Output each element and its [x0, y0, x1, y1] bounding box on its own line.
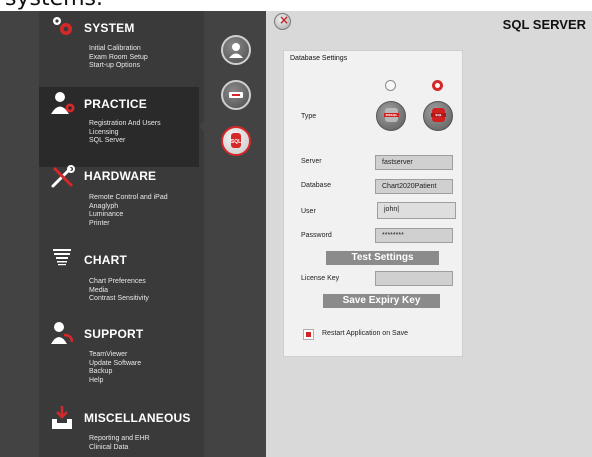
section-title-chart[interactable]: CHART [84, 253, 127, 267]
server-input[interactable]: fastserver [375, 155, 453, 170]
license-quick-button[interactable] [221, 80, 251, 110]
menu-item-chart-preferences[interactable]: Chart Preferences [89, 278, 149, 287]
tools-icon [51, 165, 75, 188]
section-title-support[interactable]: SUPPORT [84, 327, 143, 341]
menu-item-contrast-sensitivity[interactable]: Contrast Sensitivity [89, 295, 149, 304]
section-title-practice[interactable]: PRACTICE [84, 97, 147, 111]
license-key-input[interactable] [375, 271, 453, 286]
user-label: User [301, 208, 316, 215]
menu-item-sql-server[interactable]: SQL Server [89, 137, 161, 146]
menu-item-media[interactable]: Media [89, 287, 149, 296]
support-user-icon [51, 322, 74, 344]
type-label: Type [301, 113, 317, 120]
database-input[interactable]: Chart2020Patient [375, 179, 453, 194]
user-quick-button[interactable] [221, 35, 251, 65]
cropped-header-text: systems. [5, 0, 103, 11]
menu-item-licensing[interactable]: Licensing [89, 129, 161, 138]
section-title-miscellaneous[interactable]: MISCELLANEOUS [84, 411, 191, 425]
menu-item-reporting-ehr[interactable]: Reporting and EHR [89, 435, 150, 444]
mssql-database-icon[interactable]: MSSQL [376, 101, 406, 131]
type-radio-mssql[interactable] [385, 80, 396, 91]
section-title-system[interactable]: SYSTEM [84, 21, 135, 35]
active-section-arrow [199, 118, 207, 134]
sql-quick-button[interactable]: SQL [221, 126, 251, 156]
license-key-label: License Key [301, 275, 340, 282]
type-radio-sql[interactable] [432, 80, 443, 91]
user-icon [229, 43, 243, 58]
menu-item-initial-calibration[interactable]: Initial Calibration [89, 45, 148, 54]
restart-on-save-label: Restart Application on Save [322, 330, 408, 337]
menu-item-exam-room-setup[interactable]: Exam Room Setup [89, 54, 148, 63]
database-label: Database [301, 182, 331, 189]
menu-item-backup[interactable]: Backup [89, 368, 141, 377]
sql-database-icon[interactable]: SQL [423, 101, 453, 131]
menu-item-clinical-data[interactable]: Clinical Data [89, 444, 150, 453]
svg-text:SQL: SQL [231, 139, 241, 145]
menu-item-luminance[interactable]: Luminance [89, 211, 168, 220]
checkbox-checked-mark [306, 332, 311, 337]
user-input[interactable]: john| [377, 202, 456, 219]
page-title: SQL SERVER [502, 17, 586, 32]
menu-item-registration-users[interactable]: Registration And Users [89, 120, 161, 129]
menu-item-help[interactable]: Help [89, 377, 141, 386]
menu-item-teamviewer[interactable]: TeamViewer [89, 351, 141, 360]
menu-item-startup-options[interactable]: Start-up Options [89, 62, 148, 71]
menu-item-update-software[interactable]: Update Software [89, 360, 141, 369]
sidebar: SYSTEM Initial Calibration Exam Room Set… [0, 11, 266, 457]
sidebar-menu [39, 11, 204, 457]
close-icon: × [279, 13, 290, 27]
eye-chart-icon [53, 249, 71, 266]
menu-item-anaglyph[interactable]: Anaglyph [89, 203, 168, 212]
gears-icon [53, 17, 72, 35]
panel-header: Database Settings [290, 55, 348, 62]
sql-icon: SQL [231, 133, 241, 148]
menu-item-printer[interactable]: Printer [89, 220, 168, 229]
password-label: Password [301, 232, 332, 239]
close-button[interactable]: × [274, 13, 291, 30]
test-settings-button[interactable]: Test Settings [326, 251, 439, 265]
server-label: Server [301, 158, 322, 165]
app-window: SYSTEM Initial Calibration Exam Room Set… [0, 11, 592, 457]
license-key-icon [229, 92, 243, 98]
download-tray-icon [52, 406, 72, 429]
save-expiry-key-button[interactable]: Save Expiry Key [323, 294, 440, 308]
section-title-hardware[interactable]: HARDWARE [84, 169, 156, 183]
password-input[interactable]: ******** [375, 228, 453, 243]
user-gear-icon [51, 92, 75, 114]
restart-on-save-checkbox[interactable] [303, 329, 314, 340]
menu-item-remote-ipad[interactable]: Remote Control and iPad [89, 194, 168, 203]
